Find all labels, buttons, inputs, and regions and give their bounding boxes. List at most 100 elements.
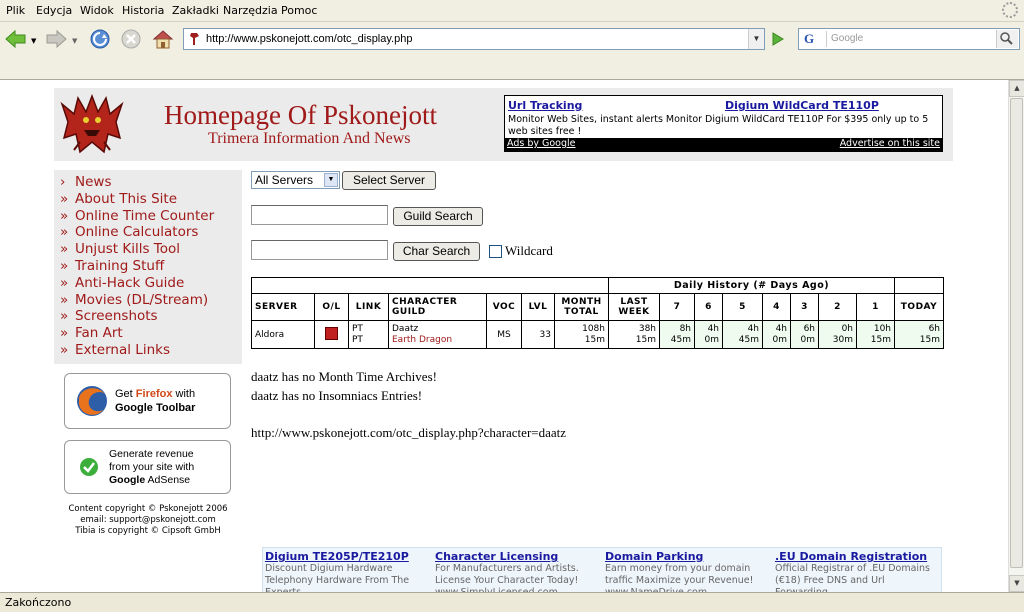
address-dropdown-icon[interactable]: ▼ <box>748 29 764 49</box>
col-header: 4 <box>762 293 791 321</box>
sidebar-item-screenshots[interactable]: » Screenshots <box>54 308 242 325</box>
cell-online <box>314 320 349 349</box>
sidebar-item-online-calculators[interactable]: » Online Calculators <box>54 224 242 241</box>
search-engine-icon[interactable]: G <box>801 31 827 47</box>
forward-dropdown-icon[interactable]: ▼ <box>72 37 77 45</box>
vertical-scrollbar[interactable]: ▲ ▼ <box>1008 80 1024 592</box>
status-text: Zakończono <box>5 596 72 609</box>
page-viewport: Homepage Of Pskonejott Trimera Informati… <box>0 80 1008 592</box>
forward-arrow-icon <box>46 29 67 49</box>
promo-firefox-word: Firefox <box>135 388 173 400</box>
go-button[interactable] <box>768 30 788 48</box>
address-bar[interactable]: http://www.pskonejott.com/otc_display.ph… <box>183 28 765 50</box>
table-spacer-cell <box>251 277 609 294</box>
select-server-button[interactable]: Select Server <box>342 171 436 190</box>
guild-name-link[interactable]: Earth Dragon <box>392 335 483 346</box>
cell-level: 33 <box>521 320 555 349</box>
sidebar-nav: › News » About This Site » Online Time Coun… <box>54 170 242 364</box>
back-button[interactable] <box>4 27 28 51</box>
advertise-link[interactable]: Advertise on this site <box>840 138 940 149</box>
sidebar-arrow: › <box>60 174 66 190</box>
wildcard-checkbox[interactable] <box>489 245 502 258</box>
bottom-ad-link[interactable]: Domain Parking <box>605 551 767 563</box>
bottom-ad: Domain Parking Earn money from your doma… <box>605 551 767 593</box>
cell-links: PT PT <box>348 320 389 349</box>
character-name-link[interactable]: Daatz <box>392 324 483 335</box>
ads-by-google-link[interactable]: Ads by Google <box>507 138 576 149</box>
menu-view[interactable]: Widok <box>80 4 114 17</box>
scrollbar-thumb[interactable] <box>1010 98 1023 568</box>
time-minutes: 0m <box>800 334 816 345</box>
pt-link-1[interactable]: PT <box>352 324 385 335</box>
sidebar-arrow: » <box>60 291 69 308</box>
guild-search-button[interactable]: Guild Search <box>393 207 483 226</box>
col-header: SERVER <box>251 293 315 321</box>
scroll-down-icon[interactable]: ▼ <box>1009 575 1024 592</box>
sidebar-item-training[interactable]: » Training Stuff <box>54 258 242 275</box>
ad-link-url-tracking[interactable]: Url Tracking <box>508 99 582 112</box>
time-minutes: 0m <box>772 334 788 345</box>
reload-button[interactable] <box>88 27 112 51</box>
sidebar-item-unjust-kills[interactable]: » Unjust Kills Tool <box>54 241 242 258</box>
back-dropdown-icon[interactable]: ▼ <box>31 37 36 45</box>
wildcard-label: Wildcard <box>505 243 553 258</box>
menu-help[interactable]: Pomoc <box>281 4 317 17</box>
time-hours: 0h <box>841 323 853 334</box>
char-search-button[interactable]: Char Search <box>393 242 480 261</box>
bottom-ad-link[interactable]: .EU Domain Registration <box>775 551 937 563</box>
sidebar-arrow: » <box>60 308 69 325</box>
time-hours: 6h <box>928 323 940 334</box>
sidebar-item-label: Training Stuff <box>75 257 165 274</box>
sidebar-item-news[interactable]: › News <box>54 174 242 191</box>
bottom-ad-link[interactable]: Character Licensing <box>435 551 597 563</box>
search-placeholder: Google <box>831 33 864 44</box>
sidebar-arrow: » <box>60 257 69 274</box>
ad-link-digium[interactable]: Digium WildCard TE110P <box>725 99 879 112</box>
time-minutes: 45m <box>670 334 691 345</box>
sidebar-item-about[interactable]: » About This Site <box>54 191 242 208</box>
adsense-promo-line3: Google AdSense <box>109 474 190 487</box>
sidebar-item-anti-hack[interactable]: » Anti-Hack Guide <box>54 275 242 292</box>
sidebar-arrow: » <box>60 224 69 241</box>
search-button[interactable] <box>996 30 1018 48</box>
scroll-up-icon[interactable]: ▲ <box>1009 80 1024 97</box>
cell-voc: MS <box>486 320 522 349</box>
col-header: VOC <box>486 293 522 321</box>
home-icon <box>152 30 174 49</box>
menu-tools[interactable]: Narzędzia <box>223 4 278 17</box>
reload-icon <box>90 29 110 49</box>
menu-bookmarks[interactable]: Zakładki <box>172 4 219 17</box>
bottom-ad-strip: Digium TE205P/TE210P Discount Digium Har… <box>262 547 942 592</box>
ad-footer: Ads by Google Advertise on this site <box>505 138 942 151</box>
favicon-icon <box>190 33 199 45</box>
forward-button[interactable] <box>44 27 68 51</box>
menu-file[interactable]: Plik <box>6 4 25 17</box>
sidebar-arrow: » <box>60 341 69 358</box>
stop-icon <box>121 29 141 49</box>
adsense-promo-button[interactable]: Generate revenue from your site with Goo… <box>64 440 231 494</box>
char-search-input[interactable] <box>251 240 388 260</box>
cell-day-4: 4h 0m <box>762 320 791 349</box>
guild-search-input[interactable] <box>251 205 388 225</box>
server-select[interactable]: All Servers ▼ <box>251 171 340 189</box>
col-header: 3 <box>790 293 819 321</box>
time-hours: 4h <box>747 323 759 334</box>
menu-history[interactable]: Historia <box>122 4 164 17</box>
home-button[interactable] <box>151 27 175 51</box>
sidebar-item-online-time-counter[interactable]: » Online Time Counter <box>54 208 242 225</box>
bottom-ad-link[interactable]: Digium TE205P/TE210P <box>265 551 427 563</box>
sidebar-item-movies[interactable]: » Movies (DL/Stream) <box>54 292 242 309</box>
menu-edit[interactable]: Edycja <box>36 4 72 17</box>
sidebar-item-label: Screenshots <box>75 308 158 325</box>
stop-button[interactable] <box>119 27 143 51</box>
pt-link-2[interactable]: PT <box>352 335 385 346</box>
time-minutes: 15m <box>919 334 940 345</box>
sidebar-item-fan-art[interactable]: » Fan Art <box>54 325 242 342</box>
offline-status-icon <box>325 326 338 340</box>
firefox-promo-button[interactable]: Get Firefox with Google Toolbar <box>64 373 231 429</box>
search-bar[interactable]: G Google <box>798 28 1020 50</box>
cell-last-week: 38h 15m <box>608 320 660 349</box>
col-header: 2 <box>818 293 857 321</box>
sidebar-item-external-links[interactable]: » External Links <box>54 342 242 359</box>
cell-day-2: 0h 30m <box>818 320 857 349</box>
